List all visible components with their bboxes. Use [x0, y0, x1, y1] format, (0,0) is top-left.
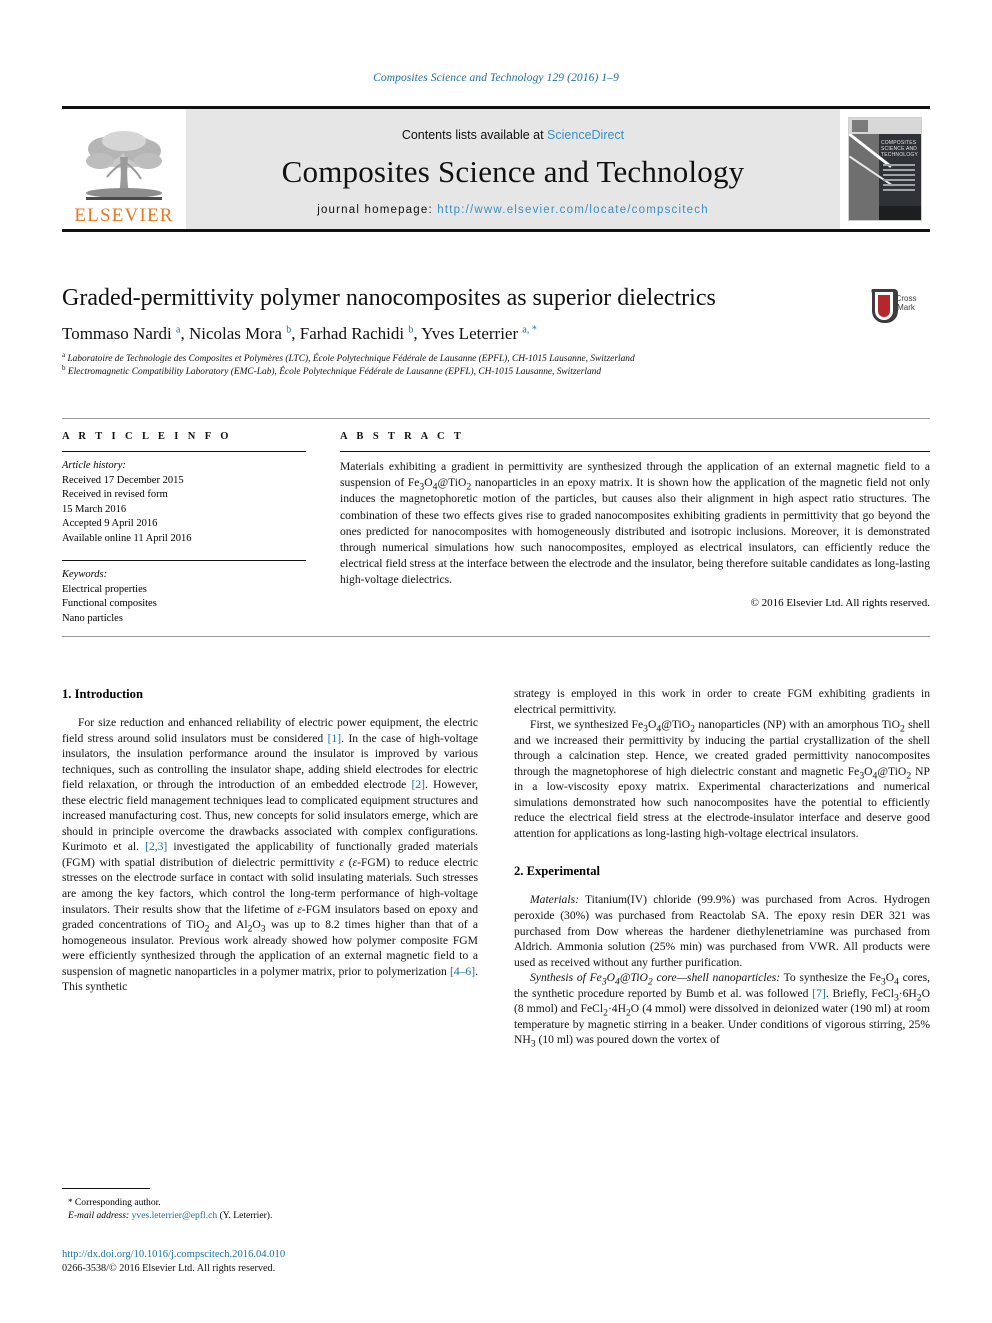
author-list: Tommaso Nardi a, Nicolas Mora b, Farhad …: [62, 324, 537, 343]
abstract-copyright: © 2016 Elsevier Ltd. All rights reserved…: [750, 596, 930, 609]
keyword-item: Electrical properties: [62, 583, 147, 595]
body-column-right: strategy is employed in this work in ord…: [514, 686, 930, 1256]
journal-homepage-line: journal homepage: http://www.elsevier.co…: [317, 204, 709, 216]
page-title: Graded-permittivity polymer nanocomposit…: [62, 285, 716, 311]
affiliation-a-text: Laboratoire de Technologie des Composite…: [67, 354, 635, 364]
keyword-item: Nano particles: [62, 612, 123, 624]
article-info-column: A R T I C L E I N F O Article history: R…: [62, 431, 324, 626]
corresponding-author-label: Corresponding author.: [74, 1197, 161, 1208]
intro-paragraph-1: For size reduction and enhanced reliabil…: [62, 716, 479, 994]
affiliation-b-text: Electromagnetic Compatibility Laboratory…: [67, 366, 602, 377]
article-history-item: Available online 11 April 2016: [62, 532, 192, 544]
abstract-rule: [340, 451, 930, 452]
contents-prefix: Contents lists available at: [401, 128, 548, 142]
doi-link[interactable]: http://dx.doi.org/10.1016/j.compscitech.…: [62, 1247, 492, 1262]
intro-paragraph-1-continued: strategy is employed in this work in ord…: [514, 687, 930, 716]
svg-text:Mark: Mark: [897, 303, 916, 312]
corresponding-author-footnote: * Corresponding author. E-mail address: …: [62, 1188, 478, 1222]
title-block: Graded-permittivity polymer nanocomposit…: [62, 284, 930, 378]
article-page: Composites Science and Technology 129 (2…: [0, 0, 992, 1323]
journal-cover-thumbnail: COMPOSITES SCIENCE AND TECHNOLOGY: [840, 109, 930, 229]
article-info-abstract-block: A R T I C L E I N F O Article history: R…: [62, 418, 930, 637]
elsevier-tree-icon: [86, 131, 162, 200]
crossmark-icon: Cross Mark: [868, 285, 928, 327]
body-column-left: 1. Introduction For size reduction and e…: [62, 686, 478, 1256]
email-owner: (Y. Leterrier).: [219, 1210, 273, 1221]
cover-image: COMPOSITES SCIENCE AND TECHNOLOGY: [848, 117, 922, 221]
contents-available-line: Contents lists available at ScienceDirec…: [402, 128, 624, 142]
keywords-section: Keywords: Electrical properties Function…: [62, 560, 306, 626]
journal-band: Contents lists available at ScienceDirec…: [186, 109, 840, 229]
doi-block: http://dx.doi.org/10.1016/j.compscitech.…: [62, 1247, 492, 1276]
article-info-rule: [62, 451, 306, 452]
crossmark-badge[interactable]: Cross Mark: [866, 284, 930, 328]
elsevier-wordmark: ELSEVIER: [74, 205, 174, 226]
svg-text:Cross: Cross: [896, 294, 917, 303]
abstract-heading: A B S T R A C T: [340, 431, 465, 442]
abstract-column: A B S T R A C T Materials exhibiting a g…: [324, 431, 930, 626]
sciencedirect-link[interactable]: ScienceDirect: [547, 128, 624, 142]
email-address-label: E-mail address:: [68, 1210, 130, 1221]
keywords-rule: [62, 560, 306, 561]
affiliation-b: b Electromagnetic Compatibility Laborato…: [62, 363, 602, 377]
corresponding-author-line: * Corresponding author.: [62, 1196, 478, 1209]
homepage-label: journal homepage:: [317, 204, 438, 216]
article-history-item: Accepted 9 April 2016: [62, 518, 158, 529]
elsevier-logo: ELSEVIER: [62, 109, 186, 229]
section-heading-introduction: 1. Introduction: [62, 687, 143, 701]
keyword-item: Functional composites: [62, 598, 157, 609]
issn-copyright-line: 0266-3538/© 2016 Elsevier Ltd. All right…: [62, 1263, 276, 1274]
experimental-paragraph-materials: Materials: Titanium(IV) chloride (99.9%)…: [514, 893, 930, 969]
cover-title-text: COMPOSITES SCIENCE AND TECHNOLOGY: [881, 140, 919, 158]
article-info-heading: A R T I C L E I N F O: [62, 431, 232, 442]
abstract-text: Materials exhibiting a gradient in permi…: [340, 460, 930, 587]
email-link[interactable]: yves.leterrier@epfl.ch: [132, 1210, 218, 1221]
article-history-item: Received in revised form: [62, 489, 168, 500]
affiliation-a: a Laboratoire de Technologie des Composi…: [62, 350, 635, 364]
body-columns: 1. Introduction For size reduction and e…: [62, 686, 930, 1256]
journal-masthead: ELSEVIER Contents lists available at Sci…: [62, 106, 930, 232]
article-history-title: Article history:: [62, 460, 126, 471]
article-history-item: Received 17 December 2015: [62, 474, 184, 486]
experimental-paragraph-synthesis: Synthesis of Fe3O4@TiO2 core—shell nanop…: [514, 971, 930, 1050]
section-heading-experimental: 2. Experimental: [514, 864, 601, 879]
email-line: E-mail address: yves.leterrier@epfl.ch (…: [62, 1209, 478, 1222]
intro-paragraph-2: First, we synthesized Fe3O4@TiO2 nanopar…: [514, 718, 931, 840]
article-history-item: 15 March 2016: [62, 503, 127, 515]
running-head: Composites Science and Technology 129 (2…: [373, 72, 619, 84]
asterisk-icon: *: [68, 1197, 73, 1207]
keywords-title: Keywords:: [62, 569, 108, 580]
journal-title: Composites Science and Technology: [281, 154, 745, 189]
footnote-rule: [62, 1188, 150, 1189]
homepage-url-link[interactable]: http://www.elsevier.com/locate/compscite…: [437, 204, 709, 216]
